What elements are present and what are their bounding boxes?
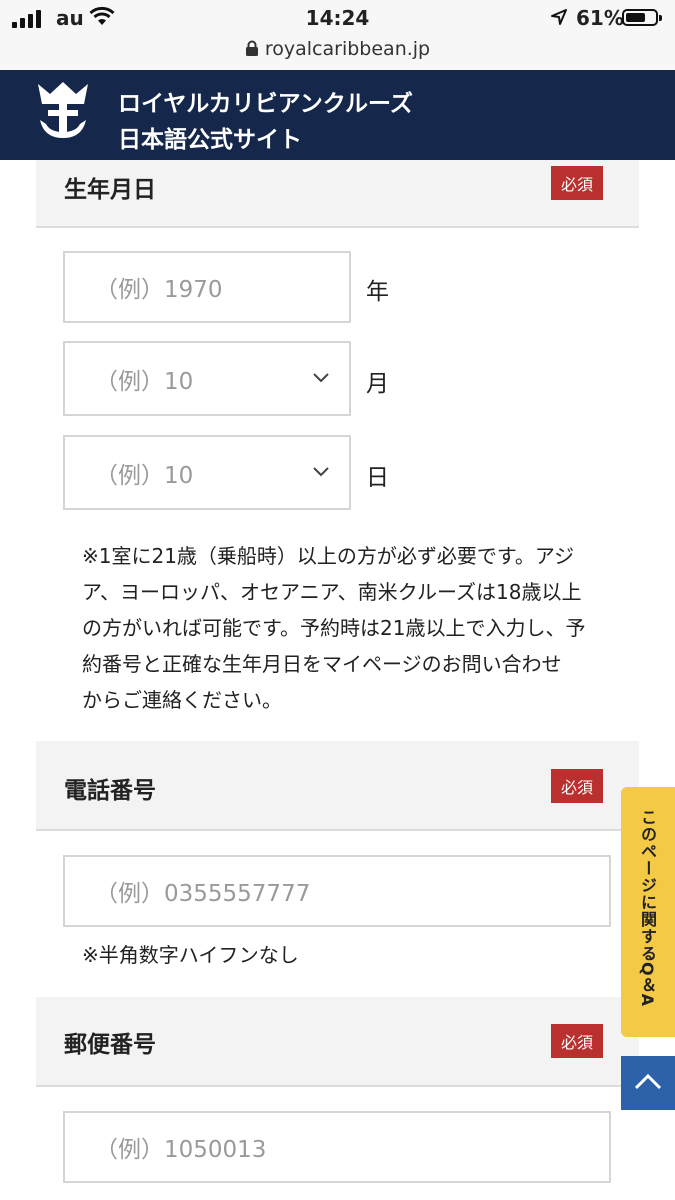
birth-year-placeholder: （例）1970 — [95, 277, 223, 303]
day-unit-label: 日 — [366, 465, 389, 491]
birth-day-select[interactable]: （例）10 — [63, 435, 351, 510]
url-text: royalcaribbean.jp — [264, 38, 431, 60]
address-bar[interactable]: royalcaribbean.jp — [0, 38, 675, 60]
phone-input[interactable]: （例）0355557777 — [63, 855, 611, 927]
postal-section-header: 郵便番号 必須 — [36, 997, 639, 1087]
birthdate-label: 生年月日 — [64, 177, 156, 203]
birth-month-select[interactable]: （例）10 — [63, 341, 351, 416]
chevron-down-icon — [313, 466, 329, 476]
year-unit-label: 年 — [366, 279, 389, 305]
faq-tab-label: このページに関するQ＆A — [638, 809, 657, 1007]
birth-day-placeholder: （例）10 — [95, 462, 194, 489]
postal-placeholder: （例）1050013 — [95, 1137, 267, 1163]
birth-month-placeholder: （例）10 — [95, 368, 194, 395]
phone-format-note: ※半角数字ハイフンなし — [82, 943, 299, 967]
required-badge: 必須 — [550, 1024, 603, 1058]
phone-section-header: 電話番号 必須 — [36, 741, 639, 831]
location-arrow-icon — [551, 9, 567, 25]
note-line: の方がいれば可能です。予約時は21歳以上で入力し、予 — [82, 616, 586, 640]
lock-icon — [245, 40, 258, 56]
phone-label: 電話番号 — [64, 778, 156, 804]
age-requirement-note: ※1室に21歳（乗船時）以上の方が必ず必要です。アジ ア、ヨーロッパ、オセアニア… — [82, 538, 622, 718]
required-badge: 必須 — [550, 166, 603, 200]
status-bar: au 14:24 61% royalcaribbean.jp — [0, 0, 675, 70]
birthdate-section-header: 生年月日 必須 — [36, 160, 639, 228]
postal-label: 郵便番号 — [64, 1032, 156, 1058]
site-header: ロイヤルカリビアンクルーズ 日本語公式サイト — [0, 70, 675, 160]
chevron-down-icon — [313, 372, 329, 382]
chevron-up-icon — [634, 1073, 662, 1090]
postal-code-input[interactable]: （例）1050013 — [63, 1111, 611, 1183]
battery-percent: 61% — [576, 6, 624, 30]
phone-placeholder: （例）0355557777 — [95, 881, 311, 907]
clock: 14:24 — [305, 6, 370, 30]
back-to-top-button[interactable] — [621, 1056, 675, 1110]
faq-tab[interactable]: このページに関するQ＆A — [621, 787, 675, 1037]
brand-subtitle: 日本語公式サイト — [118, 127, 302, 153]
note-line: 約番号と正確な生年月日をマイページのお問い合わせ — [82, 652, 562, 676]
note-line: ※1室に21歳（乗船時）以上の方が必ず必要です。アジ — [82, 544, 575, 568]
note-line: ア、ヨーロッパ、オセアニア、南米クルーズは18歳以上 — [82, 580, 582, 604]
month-unit-label: 月 — [366, 371, 389, 397]
brand-name: ロイヤルカリビアンクルーズ — [118, 91, 413, 117]
battery-icon — [622, 9, 662, 26]
birth-year-input[interactable]: （例）1970 — [63, 251, 351, 323]
note-line: からご連絡ください。 — [82, 688, 282, 712]
crown-anchor-logo-icon[interactable] — [34, 80, 92, 142]
required-badge: 必須 — [550, 769, 603, 803]
